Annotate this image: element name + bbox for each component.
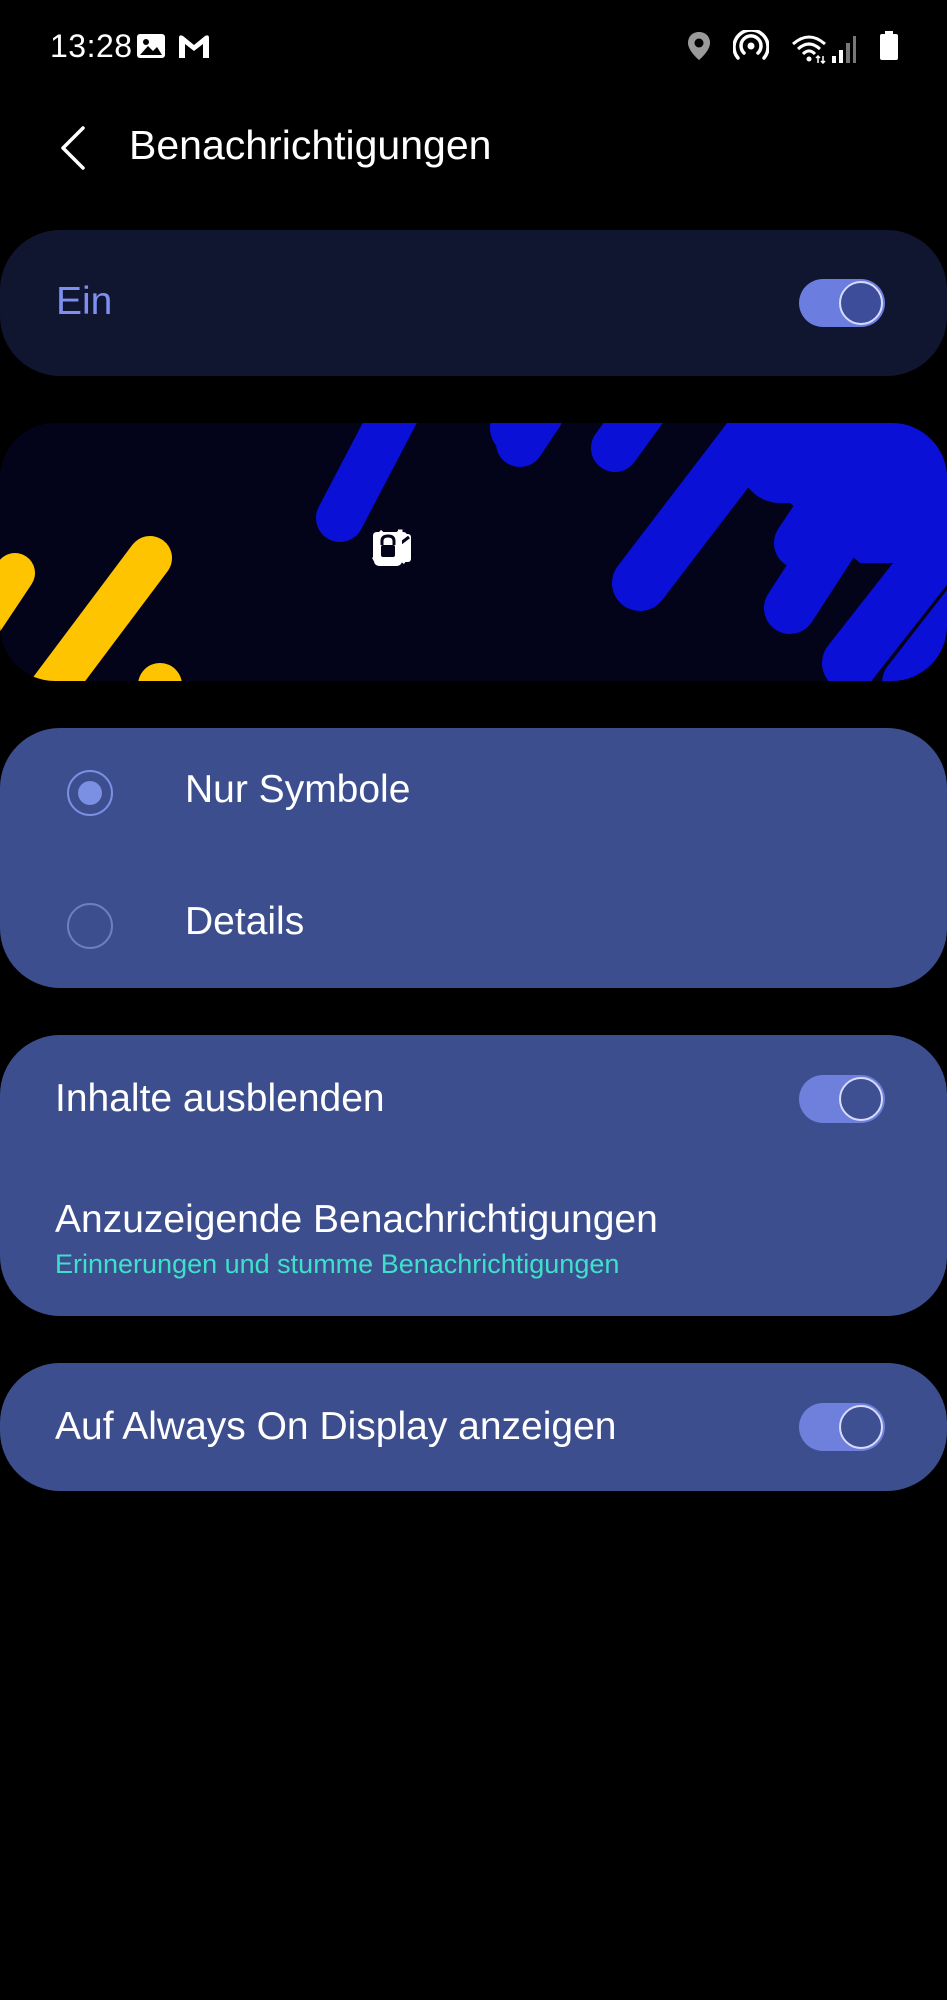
notification-preview xyxy=(0,423,947,681)
aod-label: Auf Always On Display anzeigen xyxy=(55,1405,617,1448)
master-switch-card[interactable]: Ein xyxy=(0,230,947,376)
hide-content-label: Inhalte ausblenden xyxy=(55,1077,385,1120)
notifications-to-show-label: Anzuzeigende Benachrichtigungen xyxy=(55,1198,658,1241)
wifi-icon xyxy=(792,35,826,64)
location-icon xyxy=(687,31,711,66)
radio-option-details[interactable]: Details xyxy=(0,858,947,988)
radio-button[interactable] xyxy=(67,903,113,949)
master-switch-label: Ein xyxy=(56,280,113,323)
toggle-knob xyxy=(839,1077,883,1121)
gmail-icon xyxy=(176,32,212,65)
status-left-icons xyxy=(136,32,212,65)
options-card: Inhalte ausblenden Anzuzeigende Benachri… xyxy=(0,1035,947,1316)
radio-label: Nur Symbole xyxy=(185,768,411,811)
hotspot-icon xyxy=(732,28,770,67)
status-time: 13:28 xyxy=(50,28,133,64)
style-options-card: Nur Symbole Details xyxy=(0,728,947,988)
aod-card[interactable]: Auf Always On Display anzeigen xyxy=(0,1363,947,1491)
status-right-icons xyxy=(687,28,899,67)
aod-toggle[interactable] xyxy=(799,1403,885,1451)
back-button[interactable] xyxy=(48,120,98,175)
radio-option-symbols[interactable]: Nur Symbole xyxy=(0,728,947,858)
gallery-icon xyxy=(136,33,166,64)
wifi-signal-group xyxy=(791,34,857,64)
status-bar: 13:28 xyxy=(0,0,947,100)
hide-content-toggle[interactable] xyxy=(799,1075,885,1123)
master-toggle[interactable] xyxy=(799,279,885,327)
radio-button[interactable] xyxy=(67,770,113,816)
lock-icon xyxy=(374,532,402,566)
app-header: Benachrichtigungen xyxy=(0,100,947,195)
preview-background-art xyxy=(0,423,947,681)
radio-label: Details xyxy=(185,900,305,943)
signal-icon xyxy=(832,35,856,63)
toggle-knob xyxy=(839,1405,883,1449)
notifications-to-show-sub: Erinnerungen und stumme Benachrichtigung… xyxy=(55,1249,620,1279)
notifications-to-show-item[interactable]: Anzuzeigende Benachrichtigungen Erinneru… xyxy=(0,1165,947,1295)
battery-icon xyxy=(879,31,899,66)
chevron-left-icon xyxy=(61,125,85,170)
toggle-knob xyxy=(839,281,883,325)
page-title: Benachrichtigungen xyxy=(129,122,492,168)
